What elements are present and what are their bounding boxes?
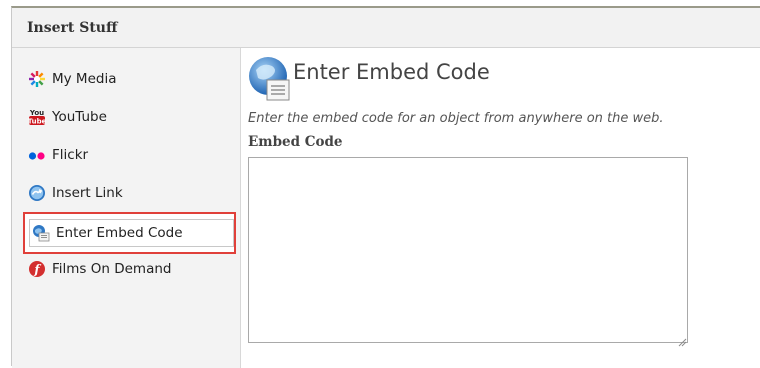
sidebar-item-label: Insert Link xyxy=(52,185,123,201)
sidebar-item-enter-embed-code[interactable]: Enter Embed Code xyxy=(23,212,236,254)
sidebar-item-label: YouTube xyxy=(52,109,107,125)
embed-description: Enter the embed code for an object from … xyxy=(248,111,664,126)
embed-code-panel: Enter Embed Code Enter the embed code fo… xyxy=(241,48,760,368)
embed-code-input[interactable] xyxy=(248,157,688,343)
embed-globe-icon xyxy=(248,56,292,102)
sidebar-item-label: Films On Demand xyxy=(52,261,172,277)
dialog-title: Insert Stuff xyxy=(12,8,760,48)
sidebar-item-my-media[interactable]: My Media xyxy=(26,65,231,93)
sidebar-item-label: Flickr xyxy=(52,147,89,163)
selected-item-frame: Enter Embed Code xyxy=(29,219,234,247)
page-title: Enter Embed Code xyxy=(293,60,490,84)
sidebar: My Media You Tube YouTube Flickr Insert … xyxy=(12,48,241,368)
embed-code-icon xyxy=(32,224,50,242)
my-media-icon xyxy=(28,70,46,88)
sidebar-item-films-on-demand[interactable]: f Films On Demand xyxy=(26,255,231,283)
youtube-icon: You Tube xyxy=(28,108,46,126)
films-on-demand-icon: f xyxy=(28,260,46,278)
insert-link-icon xyxy=(28,184,46,202)
embed-code-label: Embed Code xyxy=(248,134,343,150)
insert-stuff-dialog: Insert Stuff My Media You Tube YouTube F… xyxy=(11,6,760,368)
svg-text:Tube: Tube xyxy=(28,117,46,125)
sidebar-item-youtube[interactable]: You Tube YouTube xyxy=(26,103,231,131)
sidebar-item-label: My Media xyxy=(52,71,117,87)
svg-text:You: You xyxy=(29,109,44,117)
sidebar-item-label: Enter Embed Code xyxy=(56,225,183,241)
sidebar-item-insert-link[interactable]: Insert Link xyxy=(26,179,231,207)
resize-grip-icon[interactable] xyxy=(677,332,687,347)
flickr-icon xyxy=(28,146,46,164)
sidebar-item-flickr[interactable]: Flickr xyxy=(26,141,231,169)
